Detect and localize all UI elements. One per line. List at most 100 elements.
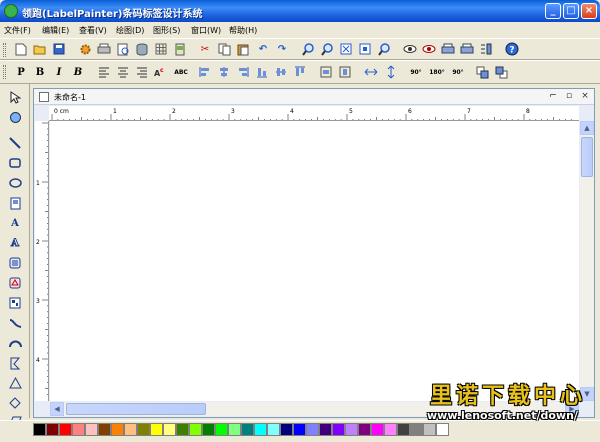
settings-icon[interactable] <box>78 42 92 56</box>
view-icon[interactable] <box>403 42 417 56</box>
color-swatch[interactable] <box>33 423 46 436</box>
color-swatch[interactable] <box>163 423 176 436</box>
color-swatch[interactable] <box>111 423 124 436</box>
cut-icon[interactable]: ✂ <box>198 42 212 56</box>
qrcode-tool-icon[interactable] <box>8 296 22 310</box>
diamond-tool-icon[interactable] <box>8 396 22 410</box>
color-swatch[interactable] <box>202 423 215 436</box>
help-icon[interactable]: ? <box>505 42 519 56</box>
database-icon[interactable] <box>135 42 149 56</box>
align-left-icon[interactable] <box>97 65 111 79</box>
same-height-icon[interactable] <box>384 65 398 79</box>
doc-minimize-button[interactable]: ⌐ <box>548 91 558 101</box>
color-swatch[interactable] <box>72 423 85 436</box>
color-swatch[interactable] <box>85 423 98 436</box>
rotate-270-button[interactable]: 90° <box>450 65 466 79</box>
rotate-90-button[interactable]: 90° <box>408 65 424 79</box>
align-right-objects-icon[interactable] <box>236 65 250 79</box>
color-swatch[interactable] <box>436 423 449 436</box>
shape-tool-icon[interactable] <box>8 276 22 290</box>
triangle-tool-icon[interactable] <box>8 376 22 390</box>
same-width-icon[interactable] <box>364 65 378 79</box>
superscript-icon[interactable]: Ac <box>154 65 168 79</box>
plain-text-button[interactable]: P <box>14 65 28 79</box>
doc-restore-button[interactable]: ▫ <box>564 91 574 101</box>
line-tool-icon[interactable] <box>8 136 22 150</box>
menu-window[interactable]: 窗口(W) <box>191 25 221 36</box>
color-swatch[interactable] <box>241 423 254 436</box>
center-horizontal-icon[interactable] <box>319 65 333 79</box>
undo-icon[interactable]: ↶ <box>256 42 270 56</box>
align-left-objects-icon[interactable] <box>198 65 212 79</box>
rotate-180-button[interactable]: 180° <box>428 65 446 79</box>
color-swatch[interactable] <box>371 423 384 436</box>
vertical-scroll-thumb[interactable] <box>581 137 593 177</box>
center-vertical-icon[interactable] <box>338 65 352 79</box>
color-swatch[interactable] <box>345 423 358 436</box>
curve-tool-icon[interactable] <box>8 316 22 330</box>
align-right-icon[interactable] <box>135 65 149 79</box>
color-swatch[interactable] <box>189 423 202 436</box>
menu-draw[interactable]: 绘图(D) <box>116 25 144 36</box>
close-button[interactable]: × <box>581 3 597 19</box>
copy-icon[interactable] <box>217 42 231 56</box>
pan-hand-icon[interactable] <box>8 110 22 124</box>
color-swatch[interactable] <box>332 423 345 436</box>
doc-close-button[interactable]: × <box>580 91 590 101</box>
color-swatch[interactable] <box>423 423 436 436</box>
maximize-button[interactable]: □ <box>563 3 579 19</box>
bold-button[interactable]: B <box>33 65 47 79</box>
toolbar-grip[interactable] <box>3 65 6 79</box>
grid-icon[interactable] <box>154 42 168 56</box>
menu-edit[interactable]: 编辑(E) <box>42 25 69 36</box>
align-vcenter-objects-icon[interactable] <box>274 65 288 79</box>
toolbar-grip[interactable] <box>3 43 6 57</box>
barcode-tool-icon[interactable] <box>8 256 22 270</box>
text-tool-icon[interactable]: A <box>8 216 22 230</box>
new-icon[interactable] <box>14 42 28 56</box>
ellipse-tool-icon[interactable] <box>8 176 22 190</box>
hide-icon[interactable] <box>422 42 436 56</box>
zoom-page-icon[interactable] <box>358 42 372 56</box>
label-canvas[interactable] <box>50 121 579 401</box>
redo-icon[interactable]: ↷ <box>275 42 289 56</box>
color-swatch[interactable] <box>137 423 150 436</box>
color-swatch[interactable] <box>410 423 423 436</box>
scroll-up-arrow-icon[interactable]: ▲ <box>580 121 594 135</box>
zoom-fit-icon[interactable] <box>339 42 353 56</box>
menu-view[interactable]: 查看(V) <box>79 25 107 36</box>
rectangle-tool-icon[interactable] <box>8 156 22 170</box>
color-swatch[interactable] <box>124 423 137 436</box>
zoom-actual-icon[interactable] <box>377 42 391 56</box>
zoom-in-icon[interactable] <box>301 42 315 56</box>
menu-shape[interactable]: 图形(S) <box>153 25 180 36</box>
color-swatch[interactable] <box>384 423 397 436</box>
color-swatch[interactable] <box>228 423 241 436</box>
properties-icon[interactable] <box>479 42 493 56</box>
color-swatch[interactable] <box>98 423 111 436</box>
arc-tool-icon[interactable] <box>8 336 22 350</box>
color-swatch[interactable] <box>254 423 267 436</box>
menu-help[interactable]: 帮助(H) <box>229 25 257 36</box>
device-icon[interactable] <box>173 42 187 56</box>
color-swatch[interactable] <box>46 423 59 436</box>
minimize-button[interactable]: _ <box>545 3 561 19</box>
save-icon[interactable] <box>52 42 66 56</box>
print-icon[interactable] <box>97 42 111 56</box>
print-icon[interactable] <box>460 42 474 56</box>
select-pointer-icon[interactable] <box>8 90 22 104</box>
italic-button[interactable]: I <box>52 65 66 79</box>
color-swatch[interactable] <box>397 423 410 436</box>
align-bottom-objects-icon[interactable] <box>255 65 269 79</box>
color-swatch[interactable] <box>280 423 293 436</box>
paste-icon[interactable] <box>236 42 250 56</box>
color-swatch[interactable] <box>215 423 228 436</box>
align-hcenter-objects-icon[interactable] <box>217 65 231 79</box>
color-swatch[interactable] <box>319 423 332 436</box>
letter-spacing-button[interactable]: ABC <box>172 65 190 79</box>
color-swatch[interactable] <box>306 423 319 436</box>
menu-file[interactable]: 文件(F) <box>4 25 31 36</box>
bold-italic-button[interactable]: B <box>71 65 85 79</box>
print-preview-icon[interactable] <box>116 42 130 56</box>
outline-text-tool-icon[interactable]: A <box>8 236 22 250</box>
